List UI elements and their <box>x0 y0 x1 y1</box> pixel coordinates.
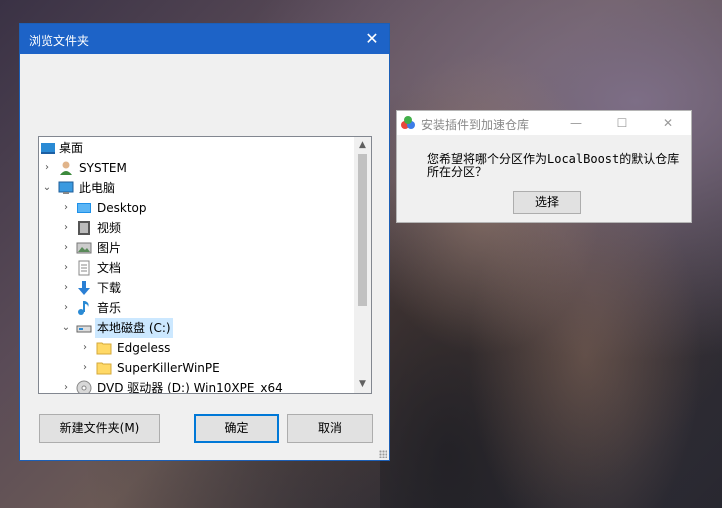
tree-item-label: Edgeless <box>117 341 171 355</box>
chevron-right-icon[interactable]: › <box>60 218 72 238</box>
window2-title-bar[interactable]: 安装插件到加速仓库 — ☐ ✕ <box>397 111 691 135</box>
computer-icon <box>58 180 74 196</box>
tree-item[interactable]: 桌面 <box>39 138 355 158</box>
drive-icon <box>76 320 92 336</box>
tree-item[interactable]: › SuperKillerWinPE <box>39 358 355 378</box>
scroll-thumb[interactable] <box>358 154 367 306</box>
dialog-title-bar[interactable]: 浏览文件夹 ✕ <box>20 24 389 54</box>
prompt-line-2: 所在分区？ <box>427 165 488 179</box>
app-logo-icon <box>401 116 415 129</box>
maximize-icon[interactable]: ☐ <box>599 111 645 135</box>
tree-item[interactable]: ⌄ 本地磁盘 (C:) <box>39 318 355 338</box>
dialog-title: 浏览文件夹 <box>29 34 90 48</box>
tree-item[interactable]: › SYSTEM <box>39 158 355 178</box>
documents-icon <box>76 260 92 276</box>
chevron-right-icon[interactable]: › <box>41 158 53 178</box>
close-icon[interactable]: ✕ <box>355 24 389 54</box>
window2-close-icon[interactable]: ✕ <box>645 111 691 135</box>
ok-button[interactable]: 确定 <box>194 414 279 443</box>
dvd-icon <box>76 380 92 393</box>
tree-item[interactable]: › 视频 <box>39 218 355 238</box>
tree-item-label: DVD 驱动器 (D:) Win10XPE_x64 <box>97 381 283 394</box>
select-button[interactable]: 选择 <box>513 191 581 214</box>
chevron-down-icon[interactable]: ⌄ <box>60 318 72 338</box>
tree-item-label: 视频 <box>97 221 122 235</box>
download-icon <box>76 280 92 296</box>
chevron-right-icon[interactable]: › <box>60 278 72 298</box>
chevron-right-icon[interactable]: › <box>60 198 72 218</box>
tree-item-label: 桌面 <box>59 141 84 155</box>
minimize-icon[interactable]: — <box>553 111 599 135</box>
tree-item-label: Desktop <box>97 201 147 215</box>
browse-folder-dialog: 浏览文件夹 ✕ ▲ ▼ 桌面 › SYSTEM ⌄ 此电脑 › Desktop › 视频 › 图片 ›… <box>19 23 390 461</box>
tree-item-label: 此电脑 <box>79 181 116 195</box>
tree-item[interactable]: › 下载 <box>39 278 355 298</box>
chevron-right-icon[interactable]: › <box>60 378 72 393</box>
resize-grip-icon[interactable] <box>379 450 387 458</box>
desktop-folder-icon <box>76 200 92 216</box>
tree-item[interactable]: › Desktop <box>39 198 355 218</box>
pictures-icon <box>76 240 92 256</box>
tree-item[interactable]: › Edgeless <box>39 338 355 358</box>
chevron-right-icon[interactable]: › <box>60 238 72 258</box>
prompt-message: 您希望将哪个分区作为LocalBoost的默认仓库 所在分区？ <box>427 153 687 179</box>
user-icon <box>58 160 74 176</box>
desktop-wallpaper <box>380 0 722 508</box>
music-icon <box>76 300 92 316</box>
tree-item-label: 本地磁盘 (C:) <box>95 318 173 338</box>
tree-item[interactable]: ⌄ 此电脑 <box>39 178 355 198</box>
folder-icon <box>96 360 112 376</box>
chevron-right-icon[interactable]: › <box>60 258 72 278</box>
tree-item-label: 下载 <box>97 281 122 295</box>
chevron-right-icon[interactable]: › <box>60 298 72 318</box>
chevron-right-icon[interactable]: › <box>79 338 91 358</box>
chevron-right-icon[interactable]: › <box>79 358 91 378</box>
tree-item[interactable]: › 文档 <box>39 258 355 278</box>
new-folder-button[interactable]: 新建文件夹(M) <box>39 414 160 443</box>
video-icon <box>76 220 92 236</box>
tree-item-label: 音乐 <box>97 301 122 315</box>
folder-icon <box>96 340 112 356</box>
chevron-down-icon[interactable]: ⌄ <box>41 178 53 198</box>
window2-title: 安装插件到加速仓库 <box>421 118 530 132</box>
tree-item[interactable]: › DVD 驱动器 (D:) Win10XPE_x64 <box>39 378 355 394</box>
install-plugin-window: 安装插件到加速仓库 — ☐ ✕ 您希望将哪个分区作为LocalBoost的默认仓… <box>396 110 692 223</box>
tree-item-label: SYSTEM <box>79 161 127 175</box>
desktop-icon <box>40 140 56 156</box>
tree-item-label: 图片 <box>97 241 122 255</box>
tree-scrollbar[interactable]: ▲ ▼ <box>354 137 371 393</box>
tree-item[interactable]: › 音乐 <box>39 298 355 318</box>
folder-tree[interactable]: ▲ ▼ 桌面 › SYSTEM ⌄ 此电脑 › Desktop › 视频 › 图片 › 文档 › 下载 › 音乐… <box>38 136 372 394</box>
scroll-up-arrow-icon[interactable]: ▲ <box>354 137 371 154</box>
tree-item-label: SuperKillerWinPE <box>117 361 220 375</box>
cancel-button[interactable]: 取消 <box>287 414 373 443</box>
tree-item-label: 文档 <box>97 261 122 275</box>
tree-item[interactable]: › 图片 <box>39 238 355 258</box>
scroll-down-arrow-icon[interactable]: ▼ <box>354 376 371 393</box>
